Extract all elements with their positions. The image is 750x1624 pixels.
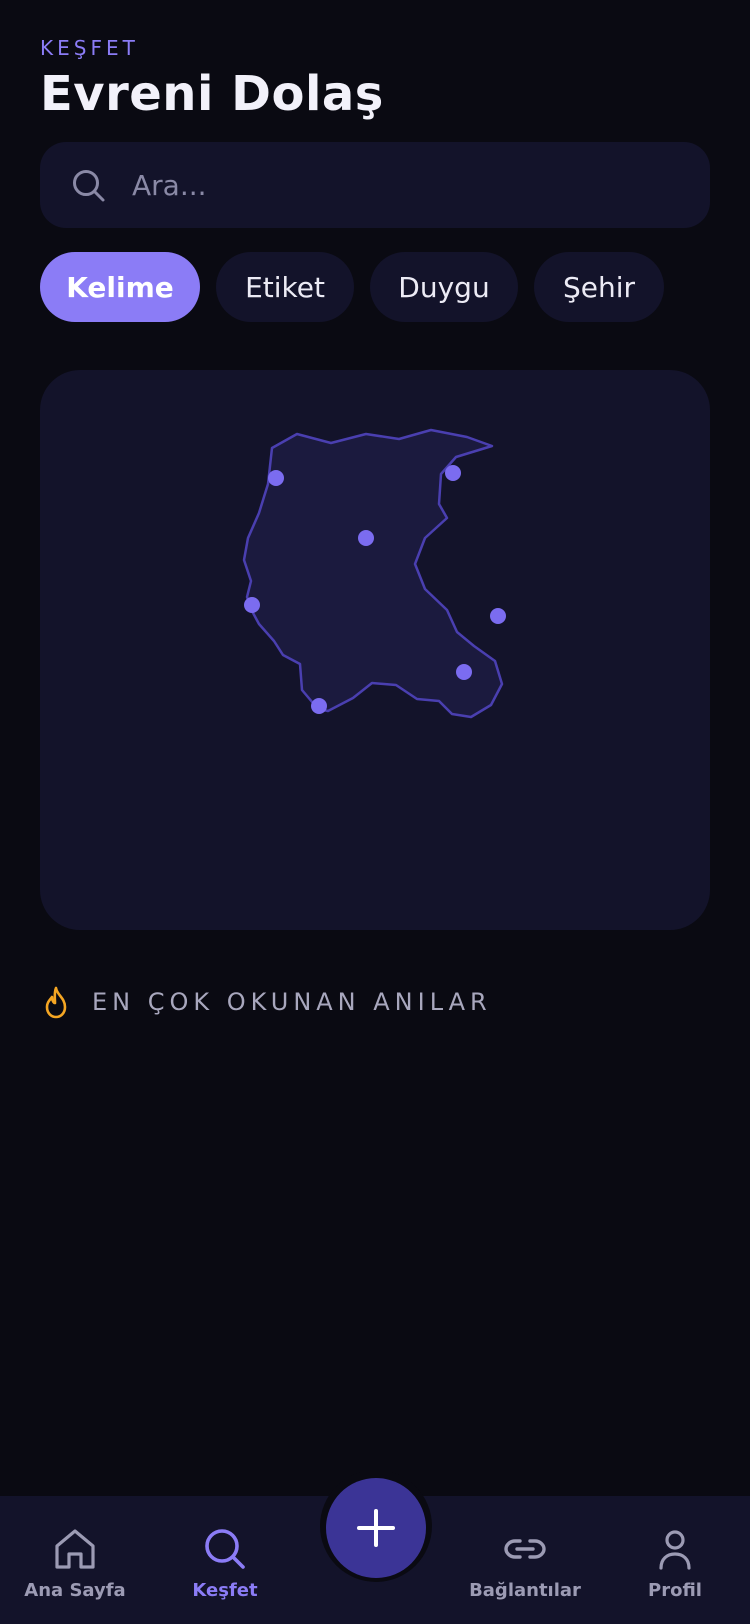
page-title: Evreni Dolaş	[40, 66, 384, 122]
nav-label-links: Bağlantılar	[469, 1580, 581, 1601]
nav-label-profile: Profil	[648, 1580, 702, 1601]
add-memory-button[interactable]	[326, 1478, 426, 1578]
map-pin[interactable]	[490, 608, 506, 624]
search-icon	[205, 1529, 245, 1569]
user-icon	[659, 1530, 691, 1570]
map-pin[interactable]	[456, 664, 472, 680]
map-view[interactable]	[40, 370, 710, 930]
map-pin[interactable]	[445, 465, 461, 481]
filter-chip-duygu[interactable]: Duygu	[370, 252, 518, 322]
map-pin[interactable]	[311, 698, 327, 714]
nav-item-home[interactable]: Ana Sayfa	[0, 1496, 150, 1624]
nav-label-home: Ana Sayfa	[24, 1580, 126, 1601]
filter-chip-sehir[interactable]: Şehir	[534, 252, 664, 322]
filter-chip-kelime[interactable]: Kelime	[40, 252, 200, 322]
map-pin[interactable]	[358, 530, 374, 546]
filter-chip-etiket[interactable]: Etiket	[216, 252, 354, 322]
link-icon	[504, 1539, 546, 1559]
page-eyebrow: KEŞFET	[40, 36, 139, 60]
filter-chips: Kelime Etiket Duygu Şehir	[40, 252, 664, 322]
section-header: EN ÇOK OKUNAN ANILAR	[40, 985, 492, 1019]
flame-icon	[45, 986, 67, 1019]
nav-item-links[interactable]: Bağlantılar	[450, 1496, 600, 1624]
nav-item-profile[interactable]: Profil	[600, 1496, 750, 1624]
search-icon	[73, 170, 105, 202]
explore-screen: KEŞFET Evreni Dolaş Kelime Etiket Duygu …	[0, 0, 750, 1624]
search-input[interactable]	[132, 142, 672, 228]
plus-icon	[357, 1509, 395, 1547]
map-pin[interactable]	[244, 597, 260, 613]
map-card[interactable]	[40, 370, 710, 930]
search-bar[interactable]	[40, 142, 710, 228]
nav-item-explore[interactable]: Keşfet	[150, 1496, 300, 1624]
map-pin[interactable]	[268, 470, 284, 486]
home-icon	[55, 1529, 95, 1569]
section-title: EN ÇOK OKUNAN ANILAR	[92, 988, 492, 1016]
nav-label-explore: Keşfet	[192, 1580, 258, 1601]
